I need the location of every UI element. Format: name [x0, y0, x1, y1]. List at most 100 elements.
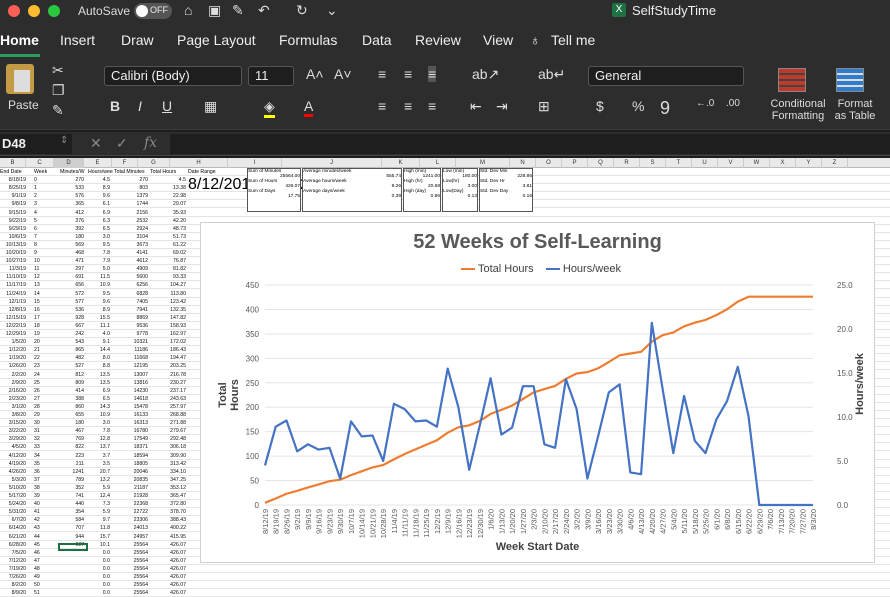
table-cell[interactable]: 13.5 — [84, 371, 110, 379]
table-cell[interactable]: 12/15/19 — [0, 314, 26, 322]
table-cell[interactable]: 16780 — [112, 427, 148, 435]
table-cell[interactable]: 9/15/19 — [0, 209, 26, 217]
table-cell[interactable]: 5.9 — [84, 484, 110, 492]
table-cell[interactable]: 21 — [34, 346, 48, 354]
table-cell[interactable]: 11/10/19 — [0, 273, 26, 281]
table-cell[interactable]: 18805 — [112, 460, 148, 468]
table-cell[interactable]: 24957 — [112, 533, 148, 541]
table-cell[interactable]: 2 — [34, 192, 48, 200]
align-right-icon[interactable]: ≡ — [428, 98, 436, 114]
comma-style-icon[interactable]: 9 — [660, 98, 670, 119]
table-cell[interactable]: 0.0 — [84, 573, 110, 581]
decrease-indent-icon[interactable]: ⇤ — [470, 98, 482, 115]
table-cell[interactable]: 6 — [34, 225, 48, 233]
table-cell[interactable]: 69.02 — [150, 249, 186, 257]
table-cell[interactable]: 569 — [54, 241, 84, 249]
tab-data[interactable]: Data — [362, 32, 392, 48]
table-cell[interactable]: 42 — [34, 516, 48, 524]
table-cell[interactable]: 5 — [34, 217, 48, 225]
font-color-icon[interactable]: A — [304, 98, 314, 117]
table-cell[interactable]: 11/24/19 — [0, 290, 26, 298]
table-cell[interactable]: 13007 — [112, 371, 148, 379]
borders-icon[interactable]: ▦ — [204, 98, 217, 115]
table-cell[interactable]: 13816 — [112, 379, 148, 387]
table-cell[interactable]: 25 — [34, 379, 48, 387]
table-cell[interactable]: 162.97 — [150, 330, 186, 338]
table-cell[interactable]: 20835 — [112, 476, 148, 484]
table-cell[interactable]: 9/22/19 — [0, 217, 26, 225]
table-cell[interactable]: 25564 — [112, 573, 148, 581]
table-cell[interactable]: 0.0 — [84, 589, 110, 597]
table-cell[interactable]: 12/1/19 — [0, 298, 26, 306]
edit-icon[interactable]: ✎ — [232, 2, 244, 19]
column-header-s[interactable]: S — [640, 158, 666, 168]
table-cell[interactable]: 132.35 — [150, 306, 186, 314]
wrap-text-icon[interactable]: ab↵ — [538, 66, 565, 83]
table-cell[interactable]: 35 — [34, 460, 48, 468]
table-cell[interactable]: 24 — [34, 371, 48, 379]
table-cell[interactable]: 18 — [34, 322, 48, 330]
increase-font-icon[interactable]: A˄ — [306, 66, 324, 82]
header-cell[interactable]: Date Range — [188, 168, 216, 176]
table-cell[interactable]: 20 — [34, 338, 48, 346]
increase-indent-icon[interactable]: ⇥ — [496, 98, 508, 115]
table-cell[interactable]: 306.18 — [150, 443, 186, 451]
table-cell[interactable]: 4.5 — [84, 176, 110, 184]
column-header-w[interactable]: W — [744, 158, 770, 168]
table-cell[interactable]: 1/26/20 — [0, 362, 26, 370]
table-cell[interactable]: 667 — [54, 322, 84, 330]
table-cell[interactable]: 468 — [54, 249, 84, 257]
table-cell[interactable]: 23306 — [112, 516, 148, 524]
table-cell[interactable]: 584 — [54, 516, 84, 524]
table-cell[interactable]: 3.7 — [84, 452, 110, 460]
table-cell[interactable]: 11/3/19 — [0, 265, 26, 273]
table-cell[interactable]: 655 — [54, 411, 84, 419]
table-cell[interactable]: 48.73 — [150, 225, 186, 233]
table-cell[interactable]: 21928 — [112, 492, 148, 500]
column-header-r[interactable]: R — [614, 158, 640, 168]
table-cell[interactable]: 8.9 — [84, 306, 110, 314]
table-cell[interactable]: 5/3/20 — [0, 476, 26, 484]
tab-tell-me[interactable]: Tell me — [551, 32, 595, 48]
table-cell[interactable]: 12.8 — [84, 435, 110, 443]
table-cell[interactable]: 10/27/19 — [0, 257, 26, 265]
table-cell[interactable]: 5.0 — [84, 265, 110, 273]
column-header-i[interactable]: I — [228, 158, 282, 168]
table-cell[interactable]: 536 — [54, 306, 84, 314]
table-cell[interactable]: 38 — [34, 484, 48, 492]
table-cell[interactable]: 1379 — [112, 192, 148, 200]
table-cell[interactable]: 172.02 — [150, 338, 186, 346]
table-cell[interactable]: 3673 — [112, 241, 148, 249]
home-icon[interactable]: ⌂ — [184, 2, 192, 18]
table-cell[interactable]: 412 — [54, 209, 84, 217]
table-cell[interactable]: 13.38 — [150, 184, 186, 192]
header-cell[interactable]: Minutes/W — [60, 168, 85, 176]
table-cell[interactable]: 471 — [54, 257, 84, 265]
table-cell[interactable]: 334.10 — [150, 468, 186, 476]
paste-button[interactable]: Paste — [8, 98, 39, 112]
table-cell[interactable]: 426.07 — [150, 573, 186, 581]
format-painter-icon[interactable]: ✎ — [52, 102, 64, 119]
table-cell[interactable]: 36 — [34, 468, 48, 476]
table-cell[interactable]: 237.17 — [150, 387, 186, 395]
table-cell[interactable]: 9/1/19 — [0, 192, 26, 200]
table-cell[interactable]: 426.07 — [150, 581, 186, 589]
underline-button[interactable]: U — [162, 98, 172, 114]
table-cell[interactable]: 211 — [54, 460, 84, 468]
table-cell[interactable]: 13 — [34, 281, 48, 289]
table-cell[interactable]: 527 — [54, 362, 84, 370]
table-cell[interactable]: 9 — [34, 249, 48, 257]
table-cell[interactable]: 2/2/20 — [0, 371, 26, 379]
table-cell[interactable]: 48 — [34, 565, 48, 573]
column-header-g[interactable]: G — [138, 158, 170, 168]
table-cell[interactable]: 13.7 — [84, 443, 110, 451]
table-cell[interactable]: 353.12 — [150, 484, 186, 492]
currency-icon[interactable]: $ — [596, 98, 604, 114]
maximize-window-button[interactable] — [48, 5, 60, 17]
table-cell[interactable]: 309.90 — [150, 452, 186, 460]
table-cell[interactable]: 14230 — [112, 387, 148, 395]
table-cell[interactable]: 0.0 — [84, 557, 110, 565]
table-cell[interactable]: 6/21/20 — [0, 533, 26, 541]
table-cell[interactable]: 23 — [34, 362, 48, 370]
table-cell[interactable]: 4612 — [112, 257, 148, 265]
